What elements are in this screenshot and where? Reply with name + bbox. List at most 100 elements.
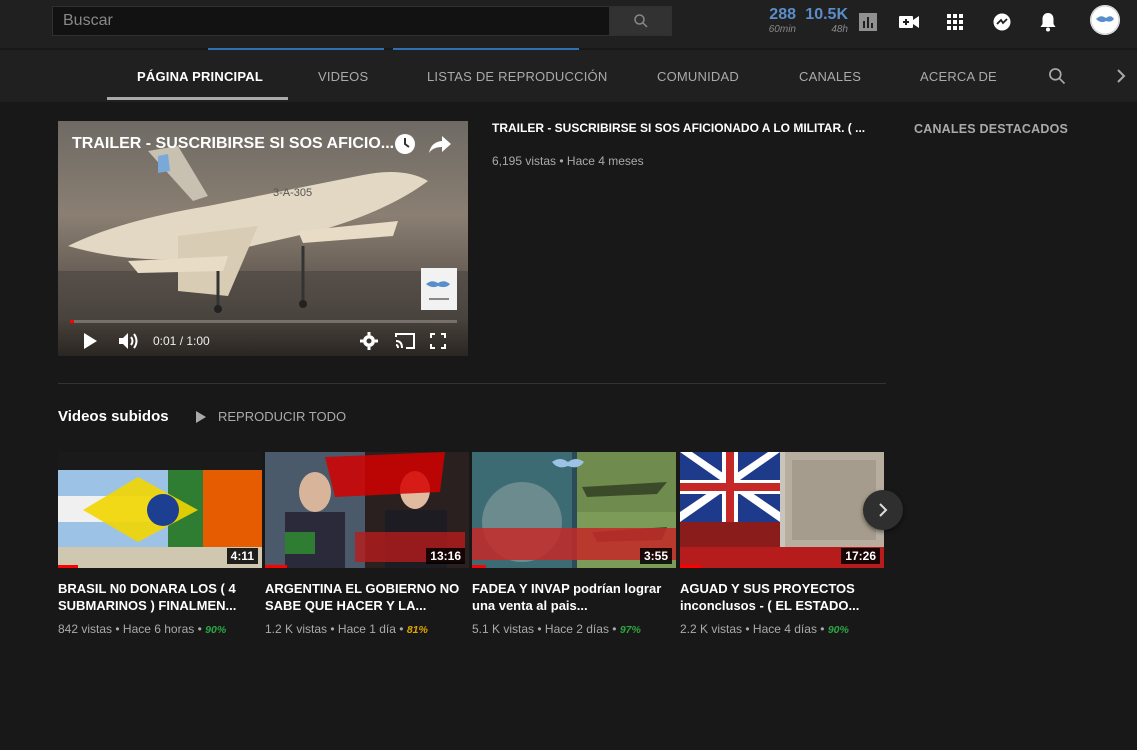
- channel-logo-icon: [421, 268, 457, 310]
- video-card[interactable]: 3:55 FADEA Y INVAP podrían lograr una ve…: [472, 452, 676, 636]
- fullscreen-icon: [430, 333, 446, 349]
- play-icon: [196, 410, 206, 423]
- tab-videos[interactable]: VIDEOS: [318, 50, 368, 102]
- featured-video-meta: 6,195 vistas • Hace 4 meses: [492, 154, 644, 168]
- like-ratio: 90%: [827, 624, 849, 636]
- apps-grid-icon: [947, 14, 963, 30]
- watch-later-icon[interactable]: [394, 133, 416, 155]
- search-box: [52, 6, 610, 36]
- apps-button[interactable]: [943, 10, 967, 34]
- share-icon[interactable]: [428, 133, 452, 155]
- chevron-right-icon: [879, 503, 888, 517]
- active-tab-indicator: [107, 97, 288, 100]
- video-meta: 5.1 K vistas • Hace 2 días • 97%: [472, 622, 641, 636]
- watched-progress: [58, 565, 78, 568]
- avatar[interactable]: [1090, 5, 1120, 35]
- tabs-scroll-right-button[interactable]: [1115, 50, 1127, 102]
- play-all-button[interactable]: REPRODUCIR TODO: [195, 409, 346, 424]
- search-button[interactable]: [610, 6, 672, 36]
- player-overlay-title[interactable]: TRAILER - SUSCRIBIRSE SI SOS AFICIO...: [72, 135, 394, 153]
- chevron-right-icon: [1117, 69, 1126, 83]
- volume-button[interactable]: [118, 329, 140, 353]
- uploads-heading[interactable]: Videos subidos: [58, 408, 169, 425]
- stat-value: 288: [769, 6, 796, 23]
- stat-60min: 288 60min: [762, 6, 796, 36]
- shelf-next-button[interactable]: [863, 490, 903, 530]
- video-title[interactable]: ARGENTINA EL GOBIERNO NO SABE QUE HACER …: [265, 580, 469, 614]
- like-ratio: 81%: [406, 624, 428, 636]
- bell-icon: [1040, 13, 1056, 32]
- upload-age: Hace 2 días: [544, 622, 609, 636]
- video-card[interactable]: 4:11 BRASIL N0 DONARA LOS ( 4 SUBMARINOS…: [58, 452, 262, 636]
- video-card[interactable]: 17:26 AGUAD Y SUS PROYECTOS inconclusos …: [680, 452, 884, 636]
- play-icon: [84, 333, 97, 349]
- stat-label: 48h: [831, 24, 848, 35]
- watched-progress: [680, 565, 702, 568]
- top-bar: 288 60min 10.5K 48h: [0, 0, 1137, 48]
- chat-bubble-icon: [993, 13, 1011, 31]
- create-video-button[interactable]: [897, 10, 921, 34]
- video-title[interactable]: FADEA Y INVAP podrían lograr una venta a…: [472, 580, 676, 614]
- tab-about[interactable]: ACERCA DE: [920, 50, 997, 102]
- video-meta: 1.2 K vistas • Hace 1 día • 81%: [265, 622, 428, 636]
- video-camera-add-icon: [899, 16, 919, 28]
- tab-home[interactable]: PÁGINA PRINCIPAL: [137, 50, 263, 102]
- featured-video-title[interactable]: TRAILER - SUSCRIBIRSE SI SOS AFICIONADO …: [492, 121, 887, 135]
- stat-48h: 10.5K 48h: [804, 6, 848, 36]
- video-thumbnail[interactable]: 13:16: [265, 452, 469, 568]
- gear-icon: [360, 332, 378, 350]
- video-card[interactable]: 13:16 ARGENTINA EL GOBIERNO NO SABE QUE …: [265, 452, 469, 636]
- upload-age: Hace 6 horas: [122, 622, 195, 636]
- duration-badge: 3:55: [639, 548, 672, 564]
- duration-badge: 4:11: [226, 548, 258, 564]
- progress-fill: [70, 320, 74, 323]
- duration-badge: 13:16: [426, 548, 465, 564]
- video-meta: 842 vistas • Hace 6 horas • 90%: [58, 622, 227, 636]
- upload-age: Hace 1 día: [337, 622, 396, 636]
- tab-playlists[interactable]: LISTAS DE REPRODUCCIÓN: [427, 50, 607, 102]
- view-count: 5.1 K vistas: [472, 622, 535, 636]
- search-icon: [1049, 68, 1066, 85]
- video-thumbnail[interactable]: 17:26: [680, 452, 884, 568]
- search-icon: [634, 14, 648, 28]
- upload-age: Hace 4 días: [752, 622, 817, 636]
- settings-button[interactable]: [360, 329, 378, 353]
- view-count: 2.2 K vistas: [680, 622, 743, 636]
- featured-video-player[interactable]: 3-A-305 TRAILER - SUSCRIBIRSE SI SOS AFI…: [58, 121, 468, 356]
- play-button[interactable]: [82, 329, 98, 353]
- stat-label: 60min: [768, 24, 796, 35]
- cast-button[interactable]: [394, 329, 416, 353]
- play-all-label: REPRODUCIR TODO: [218, 409, 347, 424]
- volume-icon: [119, 333, 138, 349]
- video-title[interactable]: AGUAD Y SUS PROYECTOS inconclusos - ( EL…: [680, 580, 884, 614]
- messages-button[interactable]: [990, 10, 1014, 34]
- time-display: 0:01 / 1:00: [153, 334, 210, 348]
- analytics-button[interactable]: [856, 10, 880, 34]
- notifications-button[interactable]: [1036, 10, 1060, 34]
- featured-channels-heading: CANALES DESTACADOS: [914, 122, 1069, 136]
- bar-chart-icon: [859, 13, 877, 31]
- tab-community[interactable]: COMUNIDAD: [657, 50, 739, 102]
- video-title[interactable]: BRASIL N0 DONARA LOS ( 4 SUBMARINOS ) FI…: [58, 580, 262, 614]
- stat-value: 10.5K: [805, 6, 848, 23]
- search-input[interactable]: [53, 7, 609, 35]
- tab-channels[interactable]: CANALES: [799, 50, 861, 102]
- view-count: 842 vistas: [58, 622, 113, 636]
- fullscreen-button[interactable]: [430, 329, 446, 353]
- progress-track[interactable]: [70, 320, 457, 323]
- jet-label: 3-A-305: [273, 187, 312, 199]
- channel-search-button[interactable]: [1047, 50, 1067, 102]
- channel-logo-icon: [1090, 5, 1120, 35]
- section-divider: [58, 383, 886, 384]
- cast-icon: [395, 333, 415, 349]
- view-count: 1.2 K vistas: [265, 622, 328, 636]
- channel-tabs: PÁGINA PRINCIPAL VIDEOS LISTAS DE REPROD…: [0, 50, 1137, 102]
- channel-watermark[interactable]: [421, 268, 457, 310]
- watched-progress: [265, 565, 287, 568]
- like-ratio: 97%: [619, 624, 641, 636]
- watched-progress: [472, 565, 486, 568]
- video-thumbnail[interactable]: 3:55: [472, 452, 676, 568]
- video-meta: 2.2 K vistas • Hace 4 días • 90%: [680, 622, 849, 636]
- video-thumbnail[interactable]: 4:11: [58, 452, 262, 568]
- duration-badge: 17:26: [841, 548, 880, 564]
